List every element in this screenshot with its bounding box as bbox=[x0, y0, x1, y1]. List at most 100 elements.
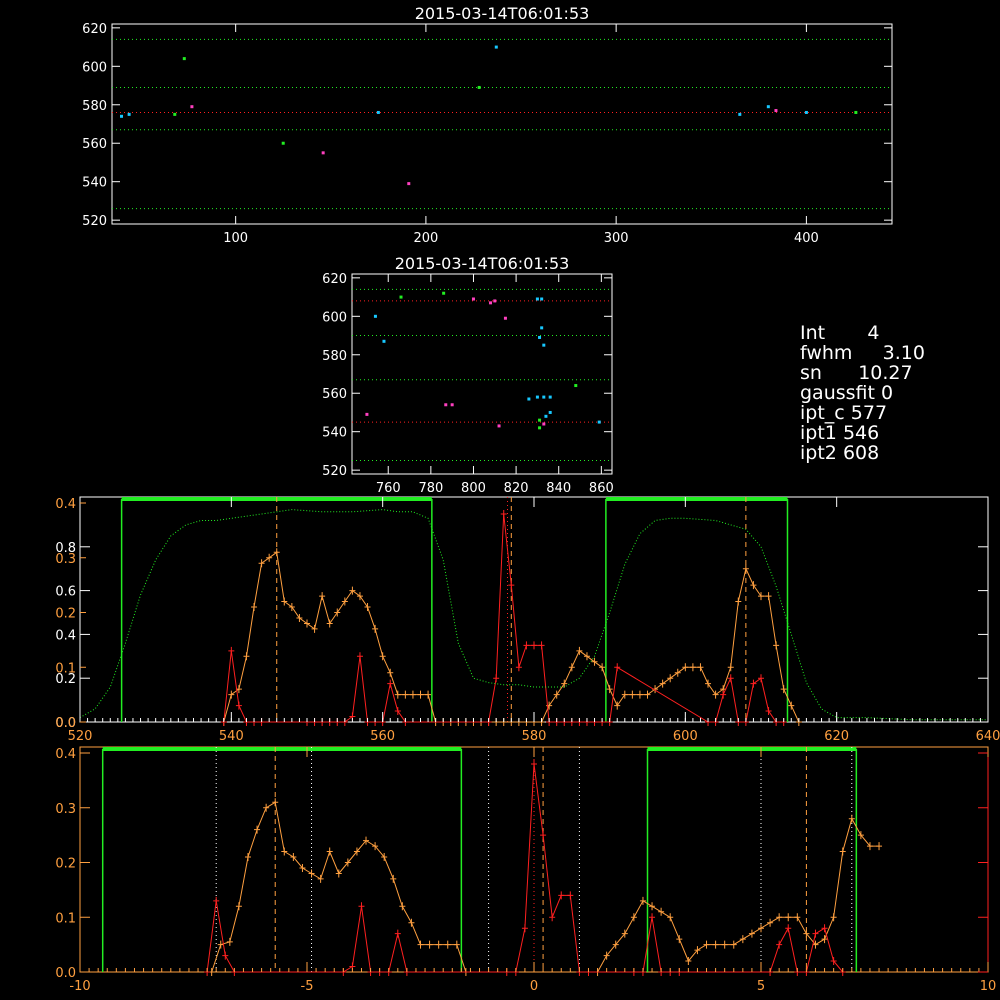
p2-series-orange-point-69 bbox=[742, 564, 749, 573]
p3-series-orange-point-50 bbox=[785, 913, 792, 922]
p3-xtick-label-4: 10 bbox=[980, 979, 997, 994]
p2-series-orange-point-74 bbox=[780, 685, 787, 694]
p3-series-orange-point-36 bbox=[658, 907, 665, 916]
p2-series-orange-point-67 bbox=[727, 663, 734, 672]
p2-ytick2-label-4: 0.4 bbox=[55, 497, 76, 512]
p3-series-orange-point-38 bbox=[676, 935, 683, 944]
info-ipt2: ipt2 608 bbox=[800, 442, 880, 464]
p1-point-24 bbox=[538, 426, 542, 430]
p3-ytick-label-0: 0.0 bbox=[55, 966, 76, 981]
p0-xtick-label-3: 400 bbox=[794, 231, 819, 246]
p0-ytick-label-1: 540 bbox=[82, 176, 107, 191]
p1-point-8 bbox=[489, 301, 493, 305]
p0-ytick-label-2: 560 bbox=[82, 137, 107, 152]
p1-ytick-label-3: 580 bbox=[322, 349, 347, 364]
p3-series-orange-point-2 bbox=[226, 937, 233, 946]
p3-series-red-point-19 bbox=[567, 891, 574, 900]
info-ipt1: ipt1 546 bbox=[800, 422, 880, 444]
p2-xtick-label-6: 640 bbox=[976, 729, 1000, 744]
p1-point-27 bbox=[597, 420, 601, 424]
p1-point-23 bbox=[538, 418, 542, 422]
p1-point-12 bbox=[527, 397, 531, 401]
p2-series-orange-point-59 bbox=[667, 674, 674, 683]
p2-series-red-point-13 bbox=[356, 652, 363, 661]
info-gaussfit: gaussfit 0 bbox=[800, 382, 894, 404]
p1-point-15 bbox=[538, 335, 542, 339]
p0-ytick-label-5: 620 bbox=[82, 22, 107, 37]
p1-point-19 bbox=[542, 395, 546, 399]
p0-point-8 bbox=[407, 182, 411, 186]
p1-point-10 bbox=[497, 424, 501, 428]
p1-point-1 bbox=[373, 314, 377, 318]
p2-series-orange-point-3 bbox=[243, 652, 250, 661]
p2-series-orange-point-11 bbox=[304, 619, 310, 628]
p2-series-orange-point-51 bbox=[606, 685, 613, 694]
p2-series-orange-point-20 bbox=[372, 624, 379, 633]
p3-ytick-label-4: 0.4 bbox=[55, 747, 76, 762]
p2-series-orange-point-72 bbox=[765, 592, 772, 601]
p0-xtick-label-1: 200 bbox=[413, 231, 438, 246]
p3-series-orange-point-21 bbox=[399, 902, 406, 911]
p0-point-5 bbox=[281, 141, 285, 145]
p3-series-orange-point-26 bbox=[444, 940, 451, 949]
p2-series-orange-point-26 bbox=[417, 690, 424, 699]
p3-ytick-label-3: 0.3 bbox=[55, 802, 76, 817]
p2-ytick2-label-2: 0.2 bbox=[55, 607, 76, 622]
p2-series-orange-point-68 bbox=[735, 597, 742, 606]
p3-series-orange-point-49 bbox=[776, 913, 783, 922]
p2-xtick-label-4: 600 bbox=[673, 729, 698, 744]
p1-point-0 bbox=[365, 412, 369, 416]
p0-point-4 bbox=[190, 105, 194, 109]
p0-xtick-label-2: 300 bbox=[604, 231, 629, 246]
p1-xtick-label-5: 860 bbox=[589, 481, 614, 496]
p3-series-orange-point-60 bbox=[876, 842, 883, 851]
p3-series-orange-point-25 bbox=[435, 940, 442, 949]
p1-point-5 bbox=[444, 403, 448, 407]
p3-series-orange-point-7 bbox=[272, 798, 279, 807]
p2-series-red-point-27 bbox=[538, 641, 545, 650]
p0-point-1 bbox=[127, 112, 131, 116]
info-sn: sn 10.27 bbox=[800, 362, 913, 384]
figure-canvas: 100 200 300 400520540560580600620760 780 800 8… bbox=[55, 22, 1000, 994]
info-ipt-c: ipt_c 577 bbox=[800, 402, 888, 424]
p2-series-orange-point-13 bbox=[319, 592, 326, 601]
p3-series-red-point-33 bbox=[812, 929, 819, 938]
p2-series-orange-point-62 bbox=[689, 663, 696, 672]
p1-point-4 bbox=[442, 291, 446, 295]
info-int: Int 4 bbox=[800, 322, 880, 344]
middle-plot-title: 2015-03-14T06:01:53 bbox=[394, 254, 570, 273]
p3-series-orange-point-51 bbox=[794, 913, 801, 922]
p2-series-red-point-41 bbox=[727, 674, 734, 683]
p1-point-14 bbox=[540, 297, 544, 301]
info-fwhm: fwhm 3.10 bbox=[800, 342, 925, 364]
p3-series-orange-point-24 bbox=[426, 940, 433, 949]
p1-ytick-label-2: 560 bbox=[322, 387, 347, 402]
p0-point-2 bbox=[173, 112, 177, 116]
p2-xtick-label-1: 540 bbox=[219, 729, 244, 744]
p3-series-red-point-15 bbox=[531, 759, 537, 768]
p2-series-orange-point-54 bbox=[629, 690, 636, 699]
p2-series-red-point-1 bbox=[228, 646, 235, 655]
p1-point-21 bbox=[548, 410, 552, 414]
p2-series-red-point-40 bbox=[720, 690, 727, 699]
p2-frame bbox=[79, 496, 989, 723]
p2-series-orange-point-61 bbox=[682, 663, 689, 672]
p1-point-22 bbox=[544, 414, 548, 418]
p1-point-26 bbox=[574, 384, 578, 388]
p2-series-red-line bbox=[223, 513, 784, 723]
fit-info-panel: Int 4 fwhm 3.10 sn 10.27 gaussfit 0 ipt_… bbox=[800, 323, 925, 463]
p3-series-orange-point-44 bbox=[730, 940, 737, 949]
p0-point-9 bbox=[477, 85, 481, 89]
p3-series-orange-point-23 bbox=[417, 940, 424, 949]
p0-point-3 bbox=[182, 57, 186, 61]
p1-xtick-label-0: 760 bbox=[376, 481, 401, 496]
p3-series-orange-point-4 bbox=[244, 853, 251, 862]
p1-point-17 bbox=[542, 343, 546, 347]
p2-ytick2-label-1: 0.1 bbox=[55, 661, 76, 676]
p2-ytick-label-2: 0.4 bbox=[55, 628, 76, 643]
p1-point-11 bbox=[503, 316, 507, 320]
p0-xtick-label-0: 100 bbox=[223, 231, 248, 246]
p1-point-18 bbox=[535, 395, 539, 399]
p1-point-9 bbox=[493, 299, 497, 303]
p3-series-orange-point-35 bbox=[649, 902, 656, 911]
